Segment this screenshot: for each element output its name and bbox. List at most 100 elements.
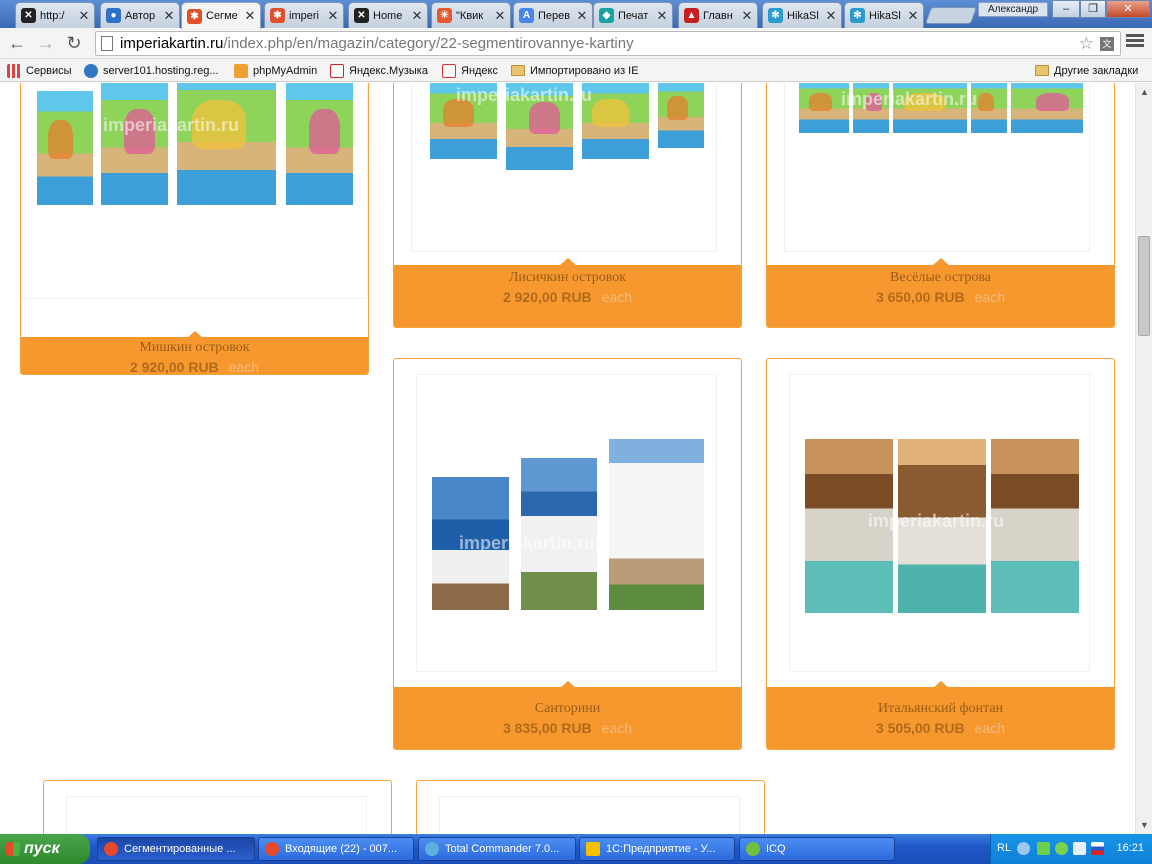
bookmarks-bar: Сервисы server101.hosting.reg... phpMyAd… [0, 59, 1152, 82]
vertical-scrollbar[interactable]: ▲ ▼ [1135, 83, 1152, 834]
other-bookmarks[interactable]: Другие закладки [1035, 62, 1138, 79]
favicon-icon: ✱ [187, 8, 202, 24]
browser-tab[interactable]: ✱ imperi ✕ [264, 2, 344, 28]
forward-icon[interactable]: → [35, 32, 57, 54]
favicon-icon: ▲ [684, 8, 699, 23]
menu-icon[interactable] [1126, 34, 1144, 50]
scroll-down-arrow-icon[interactable]: ▼ [1140, 820, 1149, 830]
close-tab-icon[interactable]: ✕ [244, 9, 256, 22]
painting-panel [506, 83, 573, 170]
product-card[interactable]: imperiakartin.ru Итальянский фонтан 3 50… [766, 358, 1115, 750]
taskbar-button-chrome-active[interactable]: Сегментированные ... [97, 837, 255, 861]
bookmark-yandex-music[interactable]: Яндекс.Музыка [330, 62, 428, 79]
russian-flag-icon[interactable] [1091, 842, 1104, 855]
bookmark-yandex[interactable]: Яндекс [442, 62, 498, 79]
start-button[interactable]: пуск [0, 834, 90, 864]
product-name[interactable]: Лисичкин островок [394, 269, 741, 287]
bookmark-imported-ie[interactable]: Импортировано из IE [511, 62, 639, 79]
browser-tab[interactable]: ✻ HikaSl ✕ [844, 2, 924, 28]
painting-panel [805, 439, 893, 613]
back-icon[interactable]: ← [6, 32, 28, 54]
profile-button[interactable]: Александр [978, 2, 1048, 17]
total-commander-icon [425, 842, 439, 856]
product-card[interactable]: imperiakartin.ru Весёлые острова 3 650,0… [766, 83, 1115, 328]
painting-panel [1011, 83, 1083, 133]
signal-icon[interactable] [1037, 842, 1050, 855]
close-tab-icon[interactable]: ✕ [656, 9, 668, 22]
browser-tab[interactable]: ✳ "Квик ✕ [431, 2, 511, 28]
tab-title: Home [373, 9, 403, 22]
browser-tab[interactable]: ● Автор ✕ [100, 2, 180, 28]
taskbar-button-chrome-mail[interactable]: Входящие (22) - 007... [258, 837, 414, 861]
address-bar[interactable]: imperiakartin.ru/index.php/en/magazin/ca… [95, 31, 1121, 56]
browser-tab[interactable]: ✻ HikaSl ✕ [762, 2, 842, 28]
icq-flower-icon [746, 842, 760, 856]
painting-panel [991, 439, 1079, 613]
bookmark-apps[interactable]: Сервисы [7, 62, 72, 79]
browser-tab[interactable]: ▲ Главн ✕ [678, 2, 758, 28]
language-indicator[interactable]: RL [997, 842, 1011, 854]
product-footer: Лисичкин островок 2 920,00 RUB each [394, 265, 741, 327]
product-name[interactable]: Весёлые острова [767, 269, 1114, 287]
translate-icon[interactable]: 文 [1100, 37, 1114, 51]
reload-icon[interactable]: ↻ [63, 32, 85, 54]
product-name[interactable]: Санторини [394, 700, 741, 718]
product-price: 3 835,00 RUB each [502, 720, 633, 736]
tab-title: Печат [618, 9, 649, 22]
close-window-button[interactable]: ✕ [1106, 0, 1150, 18]
browser-tab[interactable]: ✕ Home ✕ [348, 2, 428, 28]
browser-tab[interactable]: ✕ http:/ ✕ [15, 2, 95, 28]
bookmark-star-icon[interactable]: ☆ [1079, 34, 1094, 54]
taskbar-button-total-commander[interactable]: Total Commander 7.0... [418, 837, 576, 861]
product-card[interactable]: imperiakartin.ru Лисичкин островок 2 920… [393, 83, 742, 328]
close-tab-icon[interactable]: ✕ [78, 9, 90, 22]
browser-tab[interactable]: A Перев ✕ [513, 2, 593, 28]
page-content: imperiakartin.ru Мишкин островок 2 920,0… [0, 83, 1135, 834]
product-name[interactable]: Мишкин островок [21, 339, 368, 357]
scroll-thumb[interactable] [1138, 236, 1150, 336]
painting-panel [430, 83, 497, 159]
close-tab-icon[interactable]: ✕ [825, 9, 837, 22]
apps-grid-icon [7, 63, 21, 78]
maximize-button[interactable]: ❐ [1080, 0, 1106, 18]
clock[interactable]: 16:21 [1116, 842, 1144, 854]
close-tab-icon[interactable]: ✕ [163, 9, 175, 22]
bookmark-phpmyadmin[interactable]: phpMyAdmin [234, 62, 317, 79]
windows-flag-icon [6, 842, 20, 856]
minimize-button[interactable]: – [1052, 0, 1080, 18]
tab-title: http:/ [40, 9, 65, 22]
network-icon[interactable] [1073, 842, 1086, 855]
browser-tab[interactable]: ◆ Печат ✕ [593, 2, 673, 28]
browser-toolbar: ← → ↻ imperiakartin.ru/index.php/en/maga… [0, 28, 1152, 59]
painting-panel [971, 83, 1007, 133]
system-tray: RL 16:21 [990, 834, 1152, 864]
close-tab-icon[interactable]: ✕ [576, 9, 588, 22]
tray-back-arrow-icon[interactable] [1017, 842, 1030, 855]
browser-tab[interactable]: ✱ Сегме ✕ [181, 2, 261, 29]
product-price: 2 920,00 RUB each [129, 359, 260, 375]
close-tab-icon[interactable]: ✕ [327, 9, 339, 22]
icq-flower-icon[interactable] [1055, 842, 1068, 855]
scroll-up-arrow-icon[interactable]: ▲ [1140, 87, 1149, 97]
painting-panel [432, 477, 509, 610]
close-tab-icon[interactable]: ✕ [411, 9, 423, 22]
product-name[interactable]: Итальянский фонтан [767, 700, 1114, 718]
bookmark-server-hosting[interactable]: server101.hosting.reg... [84, 62, 219, 79]
close-tab-icon[interactable]: ✕ [741, 9, 753, 22]
product-card[interactable] [416, 780, 765, 834]
product-footer: Итальянский фонтан 3 505,00 RUB each [767, 687, 1114, 749]
close-tab-icon[interactable]: ✕ [907, 9, 919, 22]
product-card[interactable] [43, 780, 392, 834]
painting-panel [582, 83, 649, 159]
new-tab-button[interactable] [924, 7, 978, 24]
tab-title: HikaSl [869, 9, 901, 22]
close-tab-icon[interactable]: ✕ [494, 9, 506, 22]
product-card[interactable]: imperiakartin.ru Санторини 3 835,00 RUB e… [393, 358, 742, 750]
url-path: /index.php/en/magazin/category/22-segmen… [223, 35, 634, 52]
taskbar-button-icq[interactable]: ICQ [739, 837, 895, 861]
product-card[interactable]: imperiakartin.ru Мишкин островок 2 920,0… [20, 83, 369, 375]
taskbar-button-1c[interactable]: 1С:Предприятие - У... [579, 837, 735, 861]
yandex-icon [442, 63, 456, 78]
painting-panel [177, 83, 276, 205]
chrome-icon [104, 842, 118, 856]
